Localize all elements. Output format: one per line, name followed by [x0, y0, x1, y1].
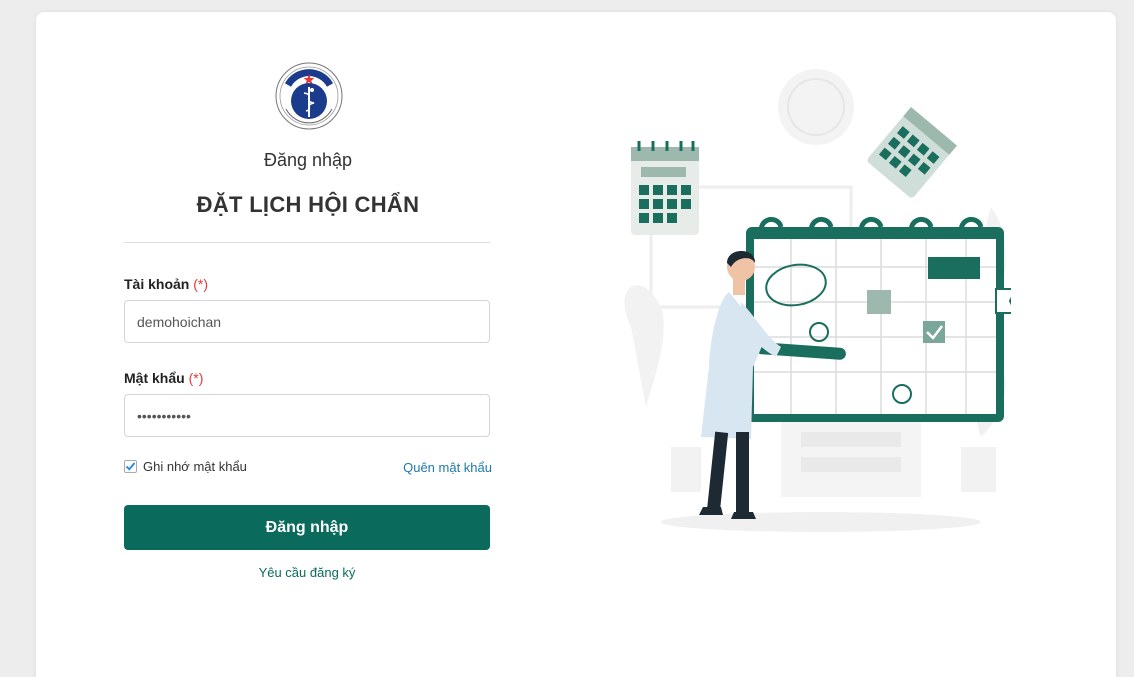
check-icon — [125, 462, 136, 471]
page-subtitle: Đăng nhập — [263, 150, 353, 170]
password-input[interactable] — [124, 394, 490, 437]
doctor-calendar-illustration — [624, 69, 1011, 532]
required-marker: (*) — [188, 370, 204, 386]
remember-me[interactable]: Ghi nhớ mật khẩu — [124, 459, 247, 474]
ministry-of-health-logo — [275, 62, 343, 130]
login-card: Đăng nhập ĐẶT LỊCH HỘI CHẨN Tài khoản (*… — [36, 12, 1116, 677]
password-label: Mật khẩu (*) — [124, 370, 204, 386]
page-title: ĐẶT LỊCH HỘI CHẨN — [196, 192, 420, 217]
remember-label: Ghi nhớ mật khẩu — [143, 459, 247, 474]
remember-checkbox[interactable] — [124, 460, 137, 473]
register-link[interactable]: Yêu cầu đăng ký — [124, 565, 490, 580]
username-input[interactable] — [124, 300, 490, 343]
login-button[interactable]: Đăng nhập — [124, 505, 490, 550]
divider — [124, 242, 490, 243]
required-marker: (*) — [193, 276, 209, 292]
username-label: Tài khoản (*) — [124, 276, 209, 292]
forgot-password-link[interactable]: Quên mật khẩu — [403, 460, 492, 475]
